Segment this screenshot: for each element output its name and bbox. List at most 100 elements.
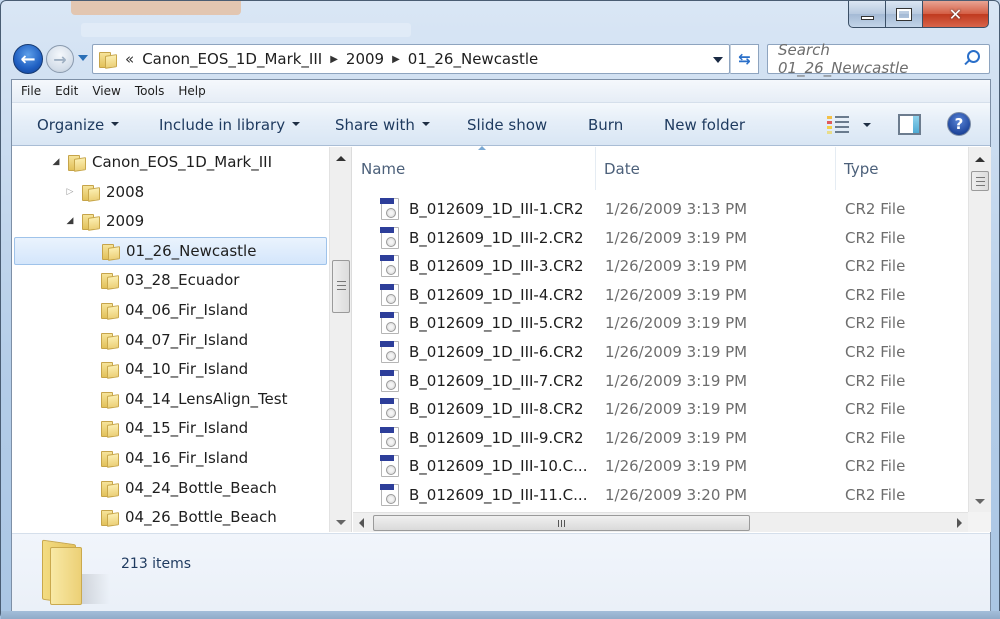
- file-type: CR2 File: [845, 228, 906, 247]
- file-row[interactable]: B_012609_1D_III-3.CR2 1/26/2009 3:19 PM CR…: [353, 252, 963, 280]
- file-list-vertical-scrollbar[interactable]: [968, 147, 991, 512]
- chevron-down-icon: [111, 121, 120, 126]
- tree-item[interactable]: ▷ 2008: [14, 178, 327, 206]
- column-header-type[interactable]: Type: [836, 147, 968, 190]
- folder-icon: [68, 155, 84, 171]
- tree-item[interactable]: 04_14_LensAlign_Test: [14, 385, 327, 413]
- file-row[interactable]: B_012609_1D_III-10.C... 1/26/2009 3:19 PM…: [353, 452, 963, 480]
- breadcrumb-item[interactable]: 01_26_Newcastle: [408, 50, 538, 68]
- maximize-button[interactable]: [886, 1, 923, 28]
- tree-item-label: 04_15_Fir_Island: [125, 419, 249, 438]
- column-header-label: Date: [604, 159, 640, 178]
- file-type: CR2 File: [845, 257, 906, 276]
- menu-bar: File Edit View Tools Help: [12, 80, 990, 103]
- breadcrumb-separator-icon[interactable]: ▶: [330, 54, 338, 65]
- tree-item[interactable]: 04_06_Fir_Island: [14, 296, 327, 324]
- chevron-down-icon: [292, 121, 301, 126]
- file-row[interactable]: B_012609_1D_III-1.CR2 1/26/2009 3:13 PM CR…: [353, 195, 963, 223]
- tree-item-label: 04_10_Fir_Island: [125, 360, 249, 379]
- details-pane: 213 items: [12, 533, 990, 611]
- tree-item[interactable]: 03_28_Ecuador: [14, 266, 327, 294]
- file-date: 1/26/2009 3:19 PM: [605, 228, 748, 247]
- scrollbar-thumb[interactable]: [971, 171, 989, 191]
- menu-help[interactable]: Help: [178, 84, 205, 98]
- maximize-icon: [896, 7, 912, 21]
- address-bar[interactable]: « Canon_EOS_1D_Mark_III ▶ 2009 ▶ 01_26_N…: [92, 44, 730, 74]
- menu-edit[interactable]: Edit: [55, 84, 78, 98]
- file-row[interactable]: B_012609_1D_III-8.CR2 1/26/2009 3:19 PM CR…: [353, 395, 963, 423]
- breadcrumb-separator-icon[interactable]: ▶: [392, 54, 400, 65]
- address-history-dropdown[interactable]: [713, 57, 723, 63]
- preview-pane-icon[interactable]: [898, 114, 921, 135]
- file-row[interactable]: B_012609_1D_III-5.CR2 1/26/2009 3:19 PM CR…: [353, 309, 963, 337]
- lens-glyph: [386, 236, 396, 247]
- tree-item[interactable]: 04_26_Bottle_Beach: [14, 503, 327, 531]
- organize-button[interactable]: Organize: [37, 116, 120, 134]
- scroll-up-icon[interactable]: [336, 156, 346, 161]
- tree-item[interactable]: ◢ 2009: [14, 207, 327, 235]
- burn-button[interactable]: Burn: [588, 116, 623, 134]
- breadcrumb-item[interactable]: 2009: [346, 50, 384, 68]
- forward-button[interactable]: →: [46, 45, 74, 73]
- scroll-down-icon[interactable]: [975, 499, 985, 504]
- back-button[interactable]: ←: [13, 44, 43, 74]
- expand-arrow-icon[interactable]: ◢: [50, 157, 62, 167]
- scroll-right-icon[interactable]: [957, 518, 962, 528]
- scroll-down-icon[interactable]: [336, 520, 346, 525]
- recent-pages-dropdown[interactable]: [78, 55, 88, 61]
- navigation-pane-scrollbar[interactable]: [329, 147, 352, 532]
- grip-line: [561, 520, 562, 527]
- file-row[interactable]: B_012609_1D_III-11.C... 1/26/2009 3:20 PM…: [353, 481, 963, 509]
- column-header-name[interactable]: Name: [353, 146, 596, 190]
- share-with-button[interactable]: Share with: [335, 116, 430, 134]
- column-header-date[interactable]: Date: [596, 147, 836, 190]
- menu-tools[interactable]: Tools: [135, 84, 165, 98]
- include-in-library-button[interactable]: Include in library: [159, 116, 301, 134]
- change-view-icon[interactable]: [827, 116, 849, 134]
- column-header-label: Type: [844, 159, 879, 178]
- file-row[interactable]: B_012609_1D_III-4.CR2 1/26/2009 3:19 PM CR…: [353, 281, 963, 309]
- help-icon[interactable]: ?: [947, 112, 971, 136]
- scrollbar-thumb[interactable]: [373, 515, 750, 531]
- folder-icon: [101, 480, 117, 497]
- file-date: 1/26/2009 3:20 PM: [605, 486, 748, 504]
- tree-item[interactable]: 04_15_Fir_Island: [14, 414, 327, 442]
- file-type: CR2 File: [845, 200, 906, 218]
- tree-item[interactable]: 04_10_Fir_Island: [14, 355, 327, 383]
- search-icon[interactable]: [961, 49, 981, 69]
- file-row[interactable]: B_012609_1D_III-7.CR2 1/26/2009 3:19 PM CR…: [353, 367, 963, 395]
- scroll-up-icon[interactable]: [975, 157, 985, 162]
- tree-item[interactable]: 04_24_Bottle_Beach: [14, 474, 327, 502]
- refresh-button[interactable]: ⇆: [730, 44, 759, 74]
- scroll-left-icon[interactable]: [359, 518, 364, 528]
- new-folder-button[interactable]: New folder: [664, 116, 745, 134]
- file-row[interactable]: B_012609_1D_III-9.CR2 1/26/2009 3:19 PM CR…: [353, 424, 963, 452]
- expand-arrow-icon[interactable]: ◢: [64, 216, 76, 226]
- breadcrumb-item[interactable]: Canon_EOS_1D_Mark_III: [142, 50, 322, 68]
- collapse-arrow-icon[interactable]: ▷: [64, 187, 76, 197]
- cr2-file-icon: [380, 484, 399, 506]
- close-button[interactable]: ✕: [923, 1, 989, 28]
- folder-icon: [102, 243, 118, 260]
- file-date: 1/26/2009 3:19 PM: [605, 400, 748, 419]
- menu-view[interactable]: View: [92, 84, 120, 98]
- tree-item[interactable]: 01_26_Newcastle: [14, 236, 327, 265]
- file-date: 1/26/2009 3:19 PM: [605, 343, 748, 361]
- view-options-dropdown[interactable]: [863, 123, 871, 127]
- breadcrumb-overflow[interactable]: «: [125, 50, 134, 68]
- slide-show-button[interactable]: Slide show: [467, 116, 547, 134]
- tree-item[interactable]: 04_16_Fir_Island: [14, 444, 327, 472]
- lens-glyph: [386, 494, 396, 504]
- scrollbar-thumb[interactable]: [332, 260, 350, 313]
- file-date: 1/26/2009 3:19 PM: [605, 428, 748, 447]
- tree-item-label: 03_28_Ecuador: [125, 271, 240, 290]
- search-input[interactable]: Search 01_26_Newcastle: [767, 41, 990, 77]
- tree-item[interactable]: ◢ Canon_EOS_1D_Mark_III: [14, 148, 327, 176]
- file-name: B_012609_1D_III-1.CR2: [409, 200, 584, 218]
- file-row[interactable]: B_012609_1D_III-6.CR2 1/26/2009 3:19 PM CR…: [353, 338, 963, 366]
- file-list-horizontal-scrollbar[interactable]: [353, 512, 968, 532]
- tree-item[interactable]: 04_07_Fir_Island: [14, 326, 327, 354]
- minimize-button[interactable]: [848, 1, 886, 28]
- menu-file[interactable]: File: [21, 84, 41, 98]
- file-row[interactable]: B_012609_1D_III-2.CR2 1/26/2009 3:19 PM CR…: [353, 224, 963, 252]
